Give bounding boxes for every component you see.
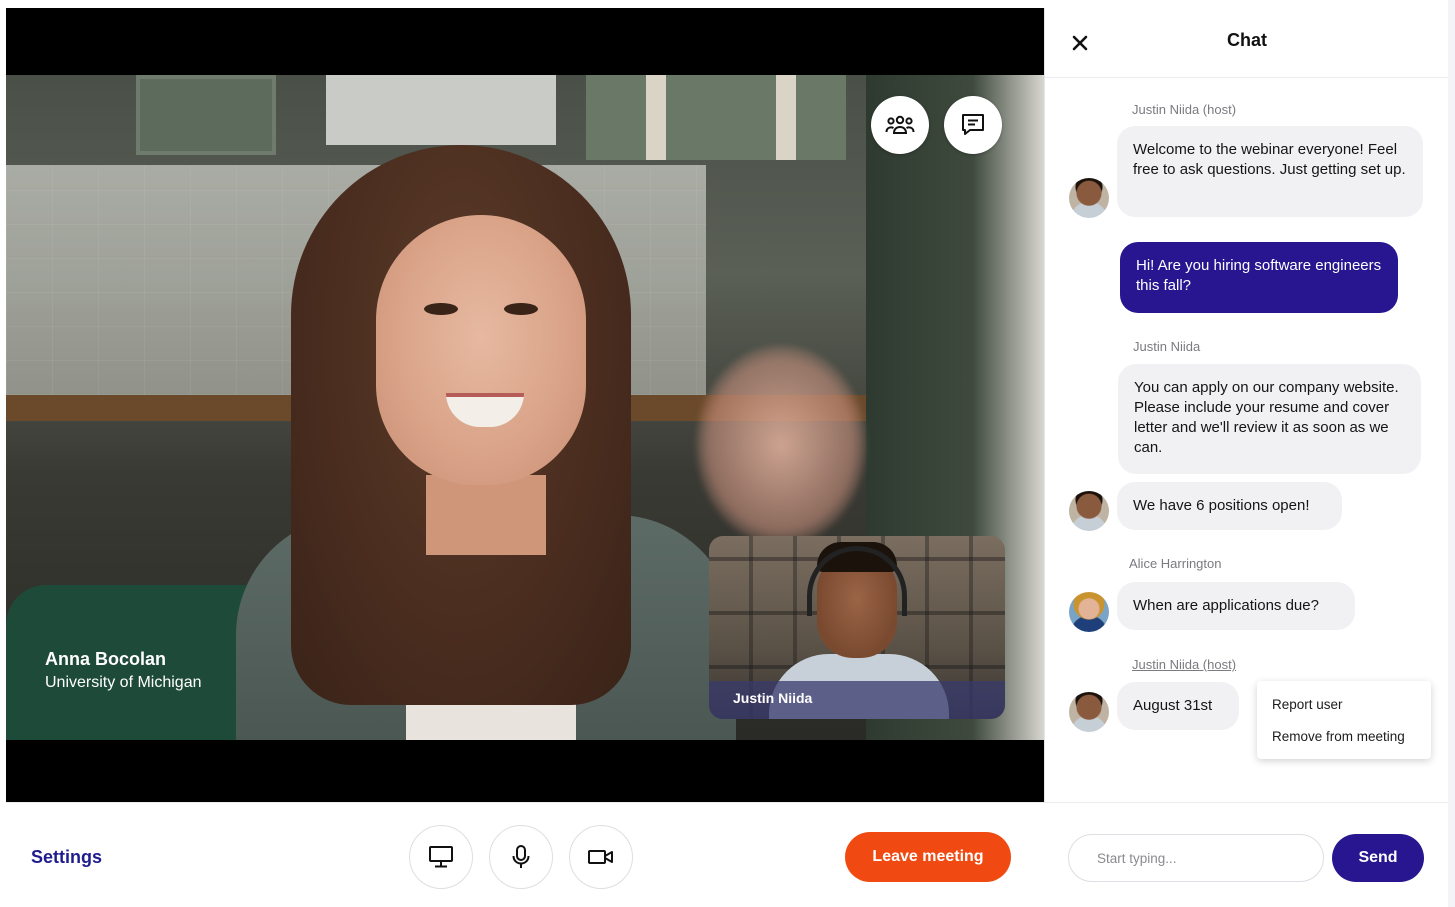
background-cabinet — [136, 75, 276, 155]
main-speaker-affiliation: University of Michigan — [45, 674, 202, 691]
speaker-eye — [424, 303, 458, 315]
main-speaker-caption: Anna Bocolan University of Michigan — [45, 648, 202, 696]
chat-message: Welcome to the webinar everyone! Feel fr… — [1117, 126, 1423, 217]
chat-message: August 31st — [1117, 682, 1239, 730]
avatar — [1069, 178, 1109, 218]
avatar — [1069, 592, 1109, 632]
settings-button[interactable]: Settings — [31, 847, 102, 868]
message-sender: Justin Niida (host) — [1132, 102, 1237, 117]
avatar — [1069, 491, 1109, 531]
window-edge — [1448, 0, 1455, 907]
speaker-waving-hand — [696, 345, 866, 545]
monitor-icon — [429, 846, 453, 868]
send-button[interactable]: Send — [1332, 834, 1424, 882]
message-context-menu: Report user Remove from meeting — [1257, 681, 1431, 759]
camera-button[interactable] — [569, 825, 633, 889]
main-speaker-name: Anna Bocolan — [45, 649, 167, 669]
chat-icon — [962, 114, 984, 135]
video-stage: Anna Bocolan University of Michigan Just… — [6, 8, 1044, 802]
share-screen-button[interactable] — [409, 825, 473, 889]
people-icon — [885, 115, 915, 134]
avatar — [1069, 692, 1109, 732]
chat-message: When are applications due? — [1117, 582, 1355, 630]
microphone-button[interactable] — [489, 825, 553, 889]
leave-meeting-button[interactable]: Leave meeting — [845, 832, 1011, 882]
self-view-video[interactable]: Justin Niida — [709, 536, 1005, 719]
pip-participant-name: Justin Niida — [733, 690, 813, 706]
menu-item-report-user[interactable]: Report user — [1272, 697, 1343, 712]
microphone-icon — [512, 845, 530, 868]
speaker-eye — [504, 303, 538, 315]
meeting-controls-bar: Settings Leave meeting Send — [6, 802, 1448, 907]
chat-message: You can apply on our company website. Pl… — [1118, 364, 1421, 474]
speaker-face — [376, 215, 586, 485]
participants-button[interactable] — [871, 96, 929, 154]
chat-title: Chat — [1227, 30, 1267, 50]
chat-header: Chat — [1045, 8, 1449, 78]
video-meeting-app: Anna Bocolan University of Michigan Just… — [0, 0, 1455, 907]
chat-toggle-button[interactable] — [944, 96, 1002, 154]
chat-panel: Chat Justin Niida (host) Welcome to the … — [1044, 8, 1449, 802]
own-chat-message: Hi! Are you hiring software engineers th… — [1120, 242, 1398, 313]
speaker-neck — [426, 475, 546, 555]
background-range-hood — [326, 75, 556, 145]
message-sender-link[interactable]: Justin Niida (host) — [1132, 657, 1236, 672]
chat-message-input[interactable] — [1068, 834, 1324, 882]
background-shelves — [586, 75, 846, 160]
message-sender: Alice Harrington — [1129, 556, 1222, 571]
message-sender: Justin Niida — [1133, 339, 1201, 354]
video-camera-icon — [588, 850, 613, 864]
menu-item-remove-from-meeting[interactable]: Remove from meeting — [1272, 729, 1405, 744]
chat-message: We have 6 positions open! — [1117, 482, 1342, 530]
